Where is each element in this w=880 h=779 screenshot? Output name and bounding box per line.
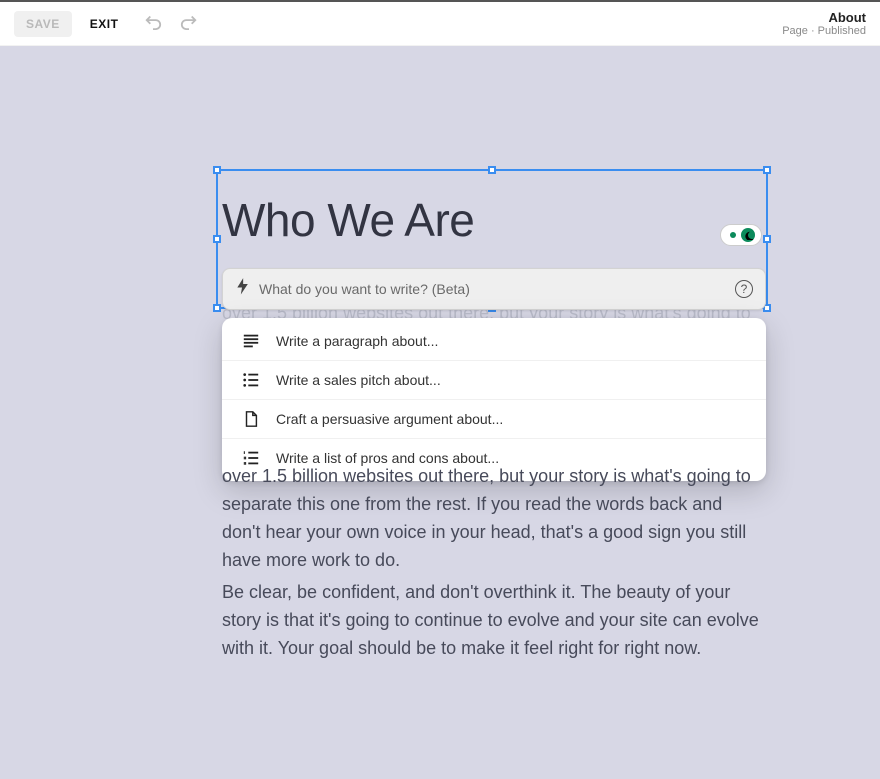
page-status: About Page · Published bbox=[782, 10, 866, 37]
resize-handle-r[interactable] bbox=[763, 235, 771, 243]
paragraph-icon bbox=[242, 332, 260, 350]
resize-handle-bl[interactable] bbox=[213, 304, 221, 312]
help-icon[interactable]: ? bbox=[735, 280, 753, 298]
ai-suggestion-label: Write a paragraph about... bbox=[276, 333, 438, 349]
ai-suggestion-label: Write a sales pitch about... bbox=[276, 372, 441, 388]
body-paragraph-1[interactable]: over 1.5 billion websites out there, but… bbox=[222, 463, 762, 575]
resize-handle-l[interactable] bbox=[213, 235, 221, 243]
ai-suggestion-paragraph[interactable]: Write a paragraph about... bbox=[222, 322, 766, 360]
exit-button[interactable]: EXIT bbox=[90, 17, 119, 31]
ai-suggestion-argument[interactable]: Craft a persuasive argument about... bbox=[222, 399, 766, 438]
document-icon bbox=[242, 410, 260, 428]
ai-assist-placeholder: What do you want to write? (Beta) bbox=[259, 281, 735, 297]
ai-suggestion-sales-pitch[interactable]: Write a sales pitch about... bbox=[222, 360, 766, 399]
ai-assist-panel: What do you want to write? (Beta) ? Writ… bbox=[222, 268, 766, 481]
undo-icon[interactable] bbox=[144, 12, 162, 35]
page-status-label: Page · Published bbox=[782, 25, 866, 37]
resize-handle-t[interactable] bbox=[488, 166, 496, 174]
redo-icon[interactable] bbox=[180, 12, 198, 35]
save-button[interactable]: SAVE bbox=[14, 11, 72, 37]
resize-handle-tr[interactable] bbox=[763, 166, 771, 174]
bullets-icon bbox=[242, 371, 260, 389]
editor-canvas[interactable]: Who We Are over 1.5 billion websites out… bbox=[0, 46, 880, 779]
ai-suggestions-list: Write a paragraph about... Write a sales… bbox=[222, 318, 766, 481]
bolt-icon bbox=[235, 277, 249, 301]
body-paragraph-2[interactable]: Be clear, be confident, and don't overth… bbox=[222, 579, 762, 663]
page-title-label: About bbox=[782, 10, 866, 25]
editor-toolbar: SAVE EXIT About Page · Published bbox=[0, 2, 880, 46]
ai-assist-input[interactable]: What do you want to write? (Beta) ? bbox=[222, 268, 766, 310]
ai-suggestion-label: Craft a persuasive argument about... bbox=[276, 411, 503, 427]
resize-handle-tl[interactable] bbox=[213, 166, 221, 174]
